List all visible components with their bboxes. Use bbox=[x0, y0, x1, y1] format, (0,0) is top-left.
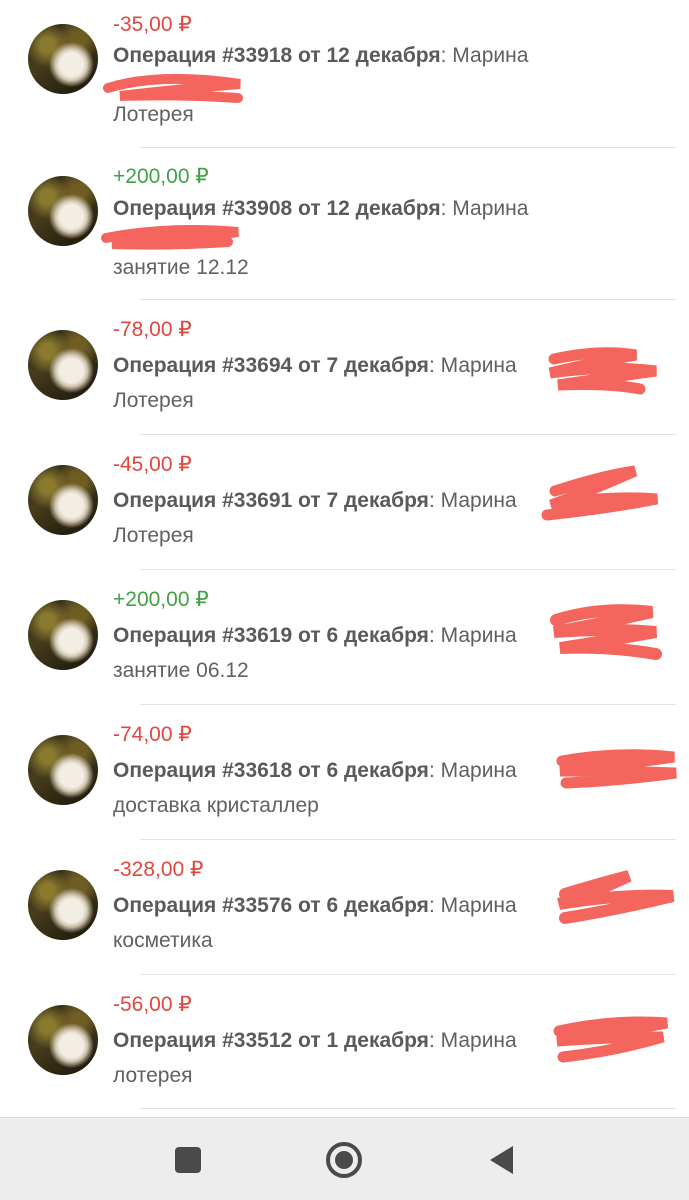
amount: -56,00 ₽ bbox=[113, 993, 192, 1016]
circle-home-icon bbox=[326, 1142, 362, 1178]
redaction-scribble bbox=[103, 73, 243, 103]
operation-label: Операция #33512 от 1 декабря bbox=[113, 1029, 429, 1052]
operation-title: Операция #33619 от 6 декабря: Марина bbox=[113, 623, 517, 649]
payer-name: : Марина bbox=[428, 894, 517, 917]
divider bbox=[140, 1108, 676, 1109]
amount: -328,00 ₽ bbox=[113, 858, 204, 881]
comment: косметика bbox=[113, 929, 213, 952]
square-icon bbox=[175, 1147, 201, 1173]
operation-label: Операция #33619 от 6 декабря bbox=[113, 624, 429, 647]
operation-title: Операция #33618 от 6 декабря: Марина bbox=[113, 758, 517, 784]
avatar bbox=[28, 735, 98, 805]
list-item[interactable]: -78,00 ₽ Операция #33694 от 7 декабря: М… bbox=[0, 300, 689, 435]
operation-title: Операция #33512 от 1 декабря: Марина bbox=[113, 1028, 517, 1054]
comment: занятие 06.12 bbox=[113, 659, 249, 682]
operation-label: Операция #33908 от 12 декабря bbox=[113, 197, 441, 220]
amount: +200,00 ₽ bbox=[113, 588, 209, 611]
redaction-scribble bbox=[556, 749, 677, 789]
redaction-scribble bbox=[541, 465, 659, 521]
amount: -78,00 ₽ bbox=[113, 318, 192, 341]
operation-label: Операция #33691 от 7 декабря bbox=[113, 489, 429, 512]
redaction-scribble bbox=[550, 604, 662, 660]
avatar bbox=[28, 600, 98, 670]
list-item[interactable]: -35,00 ₽ Операция #33918 от 12 декабря: … bbox=[0, 0, 689, 135]
amount: -74,00 ₽ bbox=[113, 723, 192, 746]
amount: +200,00 ₽ bbox=[113, 165, 209, 188]
amount: -35,00 ₽ bbox=[113, 13, 192, 36]
payer-name: : Марина bbox=[440, 197, 529, 220]
comment: Лотерея bbox=[113, 389, 194, 412]
operation-label: Операция #33618 от 6 декабря bbox=[113, 759, 429, 782]
redaction-scribble bbox=[548, 347, 657, 395]
avatar bbox=[28, 870, 98, 940]
list-item[interactable]: +200,00 ₽ Операция #33908 от 12 декабря:… bbox=[0, 152, 689, 287]
divider bbox=[140, 147, 676, 148]
list-item[interactable]: -328,00 ₽ Операция #33576 от 6 декабря: … bbox=[0, 840, 689, 975]
list-item[interactable]: -56,00 ₽ Операция #33512 от 1 декабря: М… bbox=[0, 975, 689, 1110]
payer-name: : Марина bbox=[440, 44, 529, 67]
avatar bbox=[28, 1005, 98, 1075]
avatar bbox=[28, 176, 98, 246]
triangle-back-icon bbox=[490, 1146, 513, 1174]
operation-title: Операция #33908 от 12 декабря: Марина bbox=[113, 196, 528, 222]
list-item[interactable]: -45,00 ₽ Операция #33691 от 7 декабря: М… bbox=[0, 435, 689, 570]
comment: Лотерея bbox=[113, 524, 194, 547]
operation-label: Операция #33694 от 7 декабря bbox=[113, 354, 429, 377]
redaction-scribble bbox=[101, 225, 239, 250]
home-button[interactable] bbox=[320, 1138, 368, 1182]
back-button[interactable] bbox=[478, 1138, 526, 1182]
amount: -45,00 ₽ bbox=[113, 453, 192, 476]
comment: лотерея bbox=[113, 1064, 193, 1087]
list-item[interactable]: +200,00 ₽ Операция #33619 от 6 декабря: … bbox=[0, 570, 689, 705]
avatar bbox=[28, 330, 98, 400]
list-item[interactable]: -74,00 ₽ Операция #33618 от 6 декабря: М… bbox=[0, 705, 689, 840]
avatar bbox=[28, 465, 98, 535]
payer-name: : Марина bbox=[428, 1029, 517, 1052]
redaction-scribble bbox=[553, 1016, 669, 1063]
redaction-scribble bbox=[557, 870, 675, 924]
comment: доставка кристаллер bbox=[113, 794, 319, 817]
comment: занятие 12.12 bbox=[113, 256, 249, 279]
operation-title: Операция #33691 от 7 декабря: Марина bbox=[113, 488, 517, 514]
payer-name: : Марина bbox=[428, 624, 517, 647]
recents-button[interactable] bbox=[164, 1138, 212, 1182]
avatar bbox=[28, 24, 98, 94]
payer-name: : Марина bbox=[428, 759, 517, 782]
operation-label: Операция #33918 от 12 декабря bbox=[113, 44, 441, 67]
payer-name: : Марина bbox=[428, 354, 517, 377]
payer-name: : Марина bbox=[428, 489, 517, 512]
operation-title: Операция #33576 от 6 декабря: Марина bbox=[113, 893, 517, 919]
operation-title: Операция #33694 от 7 декабря: Марина bbox=[113, 353, 517, 379]
system-navigation-bar bbox=[0, 1117, 689, 1200]
operation-label: Операция #33576 от 6 декабря bbox=[113, 894, 429, 917]
